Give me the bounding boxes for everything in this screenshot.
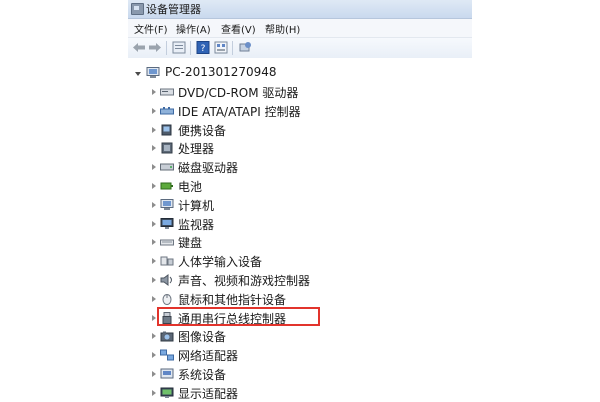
tree-item-label: 键盘: [178, 236, 203, 251]
tree-item-label: IDE ATA/ATAPI 控制器: [178, 104, 301, 119]
imaging-device-icon: [160, 330, 174, 342]
tree-item-label: 处理器: [178, 142, 215, 157]
highlight-box: [157, 307, 320, 326]
tree-item-mouse[interactable]: 鼠标和其他指针设备: [148, 290, 448, 308]
tree-item-label: 磁盘驱动器: [178, 161, 239, 176]
toolbar-separator: [166, 41, 167, 55]
tree-item-processor[interactable]: 处理器: [148, 139, 448, 157]
tree-item-display-adapter[interactable]: 显示适配器: [148, 384, 448, 402]
portable-device-icon: [160, 124, 174, 136]
expand-arrow-icon[interactable]: [152, 258, 156, 265]
tree-item-label: 计算机: [178, 198, 215, 213]
tree-item-label: DVD/CD-ROM 驱动器: [178, 86, 299, 100]
expand-arrow-icon[interactable]: [152, 89, 156, 95]
title-bar[interactable]: 设备管理器: [128, 0, 472, 19]
tree-item-label: 鼠标和其他指针设备: [178, 292, 287, 307]
tree-item-label: 声音、视频和游戏控制器: [178, 274, 311, 288]
tree-item-label: 人体学输入设备: [178, 255, 263, 270]
tree-item-label: 监视器: [178, 217, 215, 232]
ide-controller-icon: [160, 105, 174, 117]
menu-action[interactable]: 操作(A): [176, 21, 211, 36]
view-icon[interactable]: [214, 41, 228, 54]
computer-icon: [146, 67, 160, 79]
toolbar: ?: [128, 38, 472, 59]
window-title: 设备管理器: [146, 3, 201, 16]
tree-item-label: 便携设备: [178, 123, 227, 138]
expand-arrow-icon[interactable]: [152, 389, 156, 396]
tree-item-label: 图像设备: [178, 330, 227, 345]
system-device-icon: [160, 368, 174, 380]
tree-item-label: 电池: [178, 180, 203, 194]
tree-item-imaging-device[interactable]: 图像设备: [148, 327, 448, 345]
tree-item-portable-device[interactable]: 便携设备: [148, 121, 448, 139]
menu-bar: 文件(F) 操作(A) 查看(V) 帮助(H): [128, 19, 472, 38]
network-adapter-icon: [160, 349, 174, 361]
expand-arrow-icon[interactable]: [152, 164, 156, 171]
tree-item-label: 显示适配器: [178, 386, 239, 401]
expand-arrow-icon[interactable]: [152, 371, 156, 377]
battery-icon: [160, 180, 174, 192]
tree-item-system-device[interactable]: 系统设备: [148, 365, 448, 383]
sound-icon: [160, 274, 174, 286]
tree-item-network-adapter[interactable]: 网络适配器: [148, 346, 448, 364]
tree-item-sound[interactable]: 声音、视频和游戏控制器: [148, 271, 448, 289]
expand-arrow-icon[interactable]: [152, 314, 156, 321]
expand-arrow-icon[interactable]: [152, 183, 156, 189]
tree-item-dvd-drive[interactable]: DVD/CD-ROM 驱动器: [148, 83, 448, 101]
menu-file[interactable]: 文件(F): [134, 21, 168, 36]
mouse-icon: [160, 293, 174, 305]
root-label: PC-201301270948: [165, 65, 277, 79]
device-tree: PC-201301270948 DVD/CD-ROM 驱动器 IDE ATA/AT…: [128, 58, 472, 402]
scan-hardware-icon[interactable]: [238, 41, 252, 54]
tree-item-computer[interactable]: 计算机: [148, 196, 448, 214]
tree-item-keyboard[interactable]: 键盘: [148, 233, 448, 251]
tree-item-monitor[interactable]: 监视器: [148, 215, 448, 233]
back-arrow-icon[interactable]: [132, 41, 146, 54]
tree-item-disk-drive[interactable]: 磁盘驱动器: [148, 158, 448, 176]
expand-arrow-icon[interactable]: [152, 277, 156, 283]
monitor-icon: [160, 217, 174, 230]
expand-arrow-icon[interactable]: [152, 333, 156, 340]
expand-arrow-icon[interactable]: [152, 201, 156, 208]
device-manager-icon: [131, 3, 144, 15]
tree-item-label: 系统设备: [178, 368, 227, 382]
computer-icon: [160, 198, 174, 211]
dvd-drive-icon: [160, 86, 174, 98]
toolbar-separator: [190, 41, 191, 55]
device-manager-window: 设备管理器 文件(F) 操作(A) 查看(V) 帮助(H) ? PC-20130…: [128, 0, 472, 402]
tree-item-ide-controller[interactable]: IDE ATA/ATAPI 控制器: [148, 102, 448, 120]
expand-arrow-icon[interactable]: [152, 145, 156, 152]
help-icon[interactable]: ?: [196, 41, 210, 54]
disk-drive-icon: [160, 161, 174, 173]
forward-arrow-icon[interactable]: [148, 41, 162, 54]
svg-text:?: ?: [201, 44, 206, 54]
expand-arrow-icon[interactable]: [152, 239, 156, 246]
expand-arrow-icon[interactable]: [152, 107, 156, 114]
keyboard-icon: [160, 236, 174, 248]
processor-icon: [160, 142, 174, 154]
display-adapter-icon: [160, 387, 174, 399]
tree-item-hid[interactable]: 人体学输入设备: [148, 252, 448, 270]
expand-arrow-icon[interactable]: [152, 352, 156, 359]
toolbar-separator: [232, 41, 233, 55]
tree-item-label: 网络适配器: [178, 349, 239, 364]
properties-icon[interactable]: [172, 41, 186, 54]
expand-arrow-icon[interactable]: [152, 126, 156, 133]
tree-item-battery[interactable]: 电池: [148, 177, 448, 195]
menu-view[interactable]: 查看(V): [221, 21, 256, 36]
tree-root[interactable]: PC-201301270948: [132, 64, 432, 82]
expand-arrow-icon[interactable]: [152, 295, 156, 302]
collapse-arrow-icon[interactable]: [135, 72, 141, 76]
hid-icon: [160, 255, 174, 267]
menu-help[interactable]: 帮助(H): [265, 21, 300, 36]
expand-arrow-icon[interactable]: [152, 220, 156, 227]
